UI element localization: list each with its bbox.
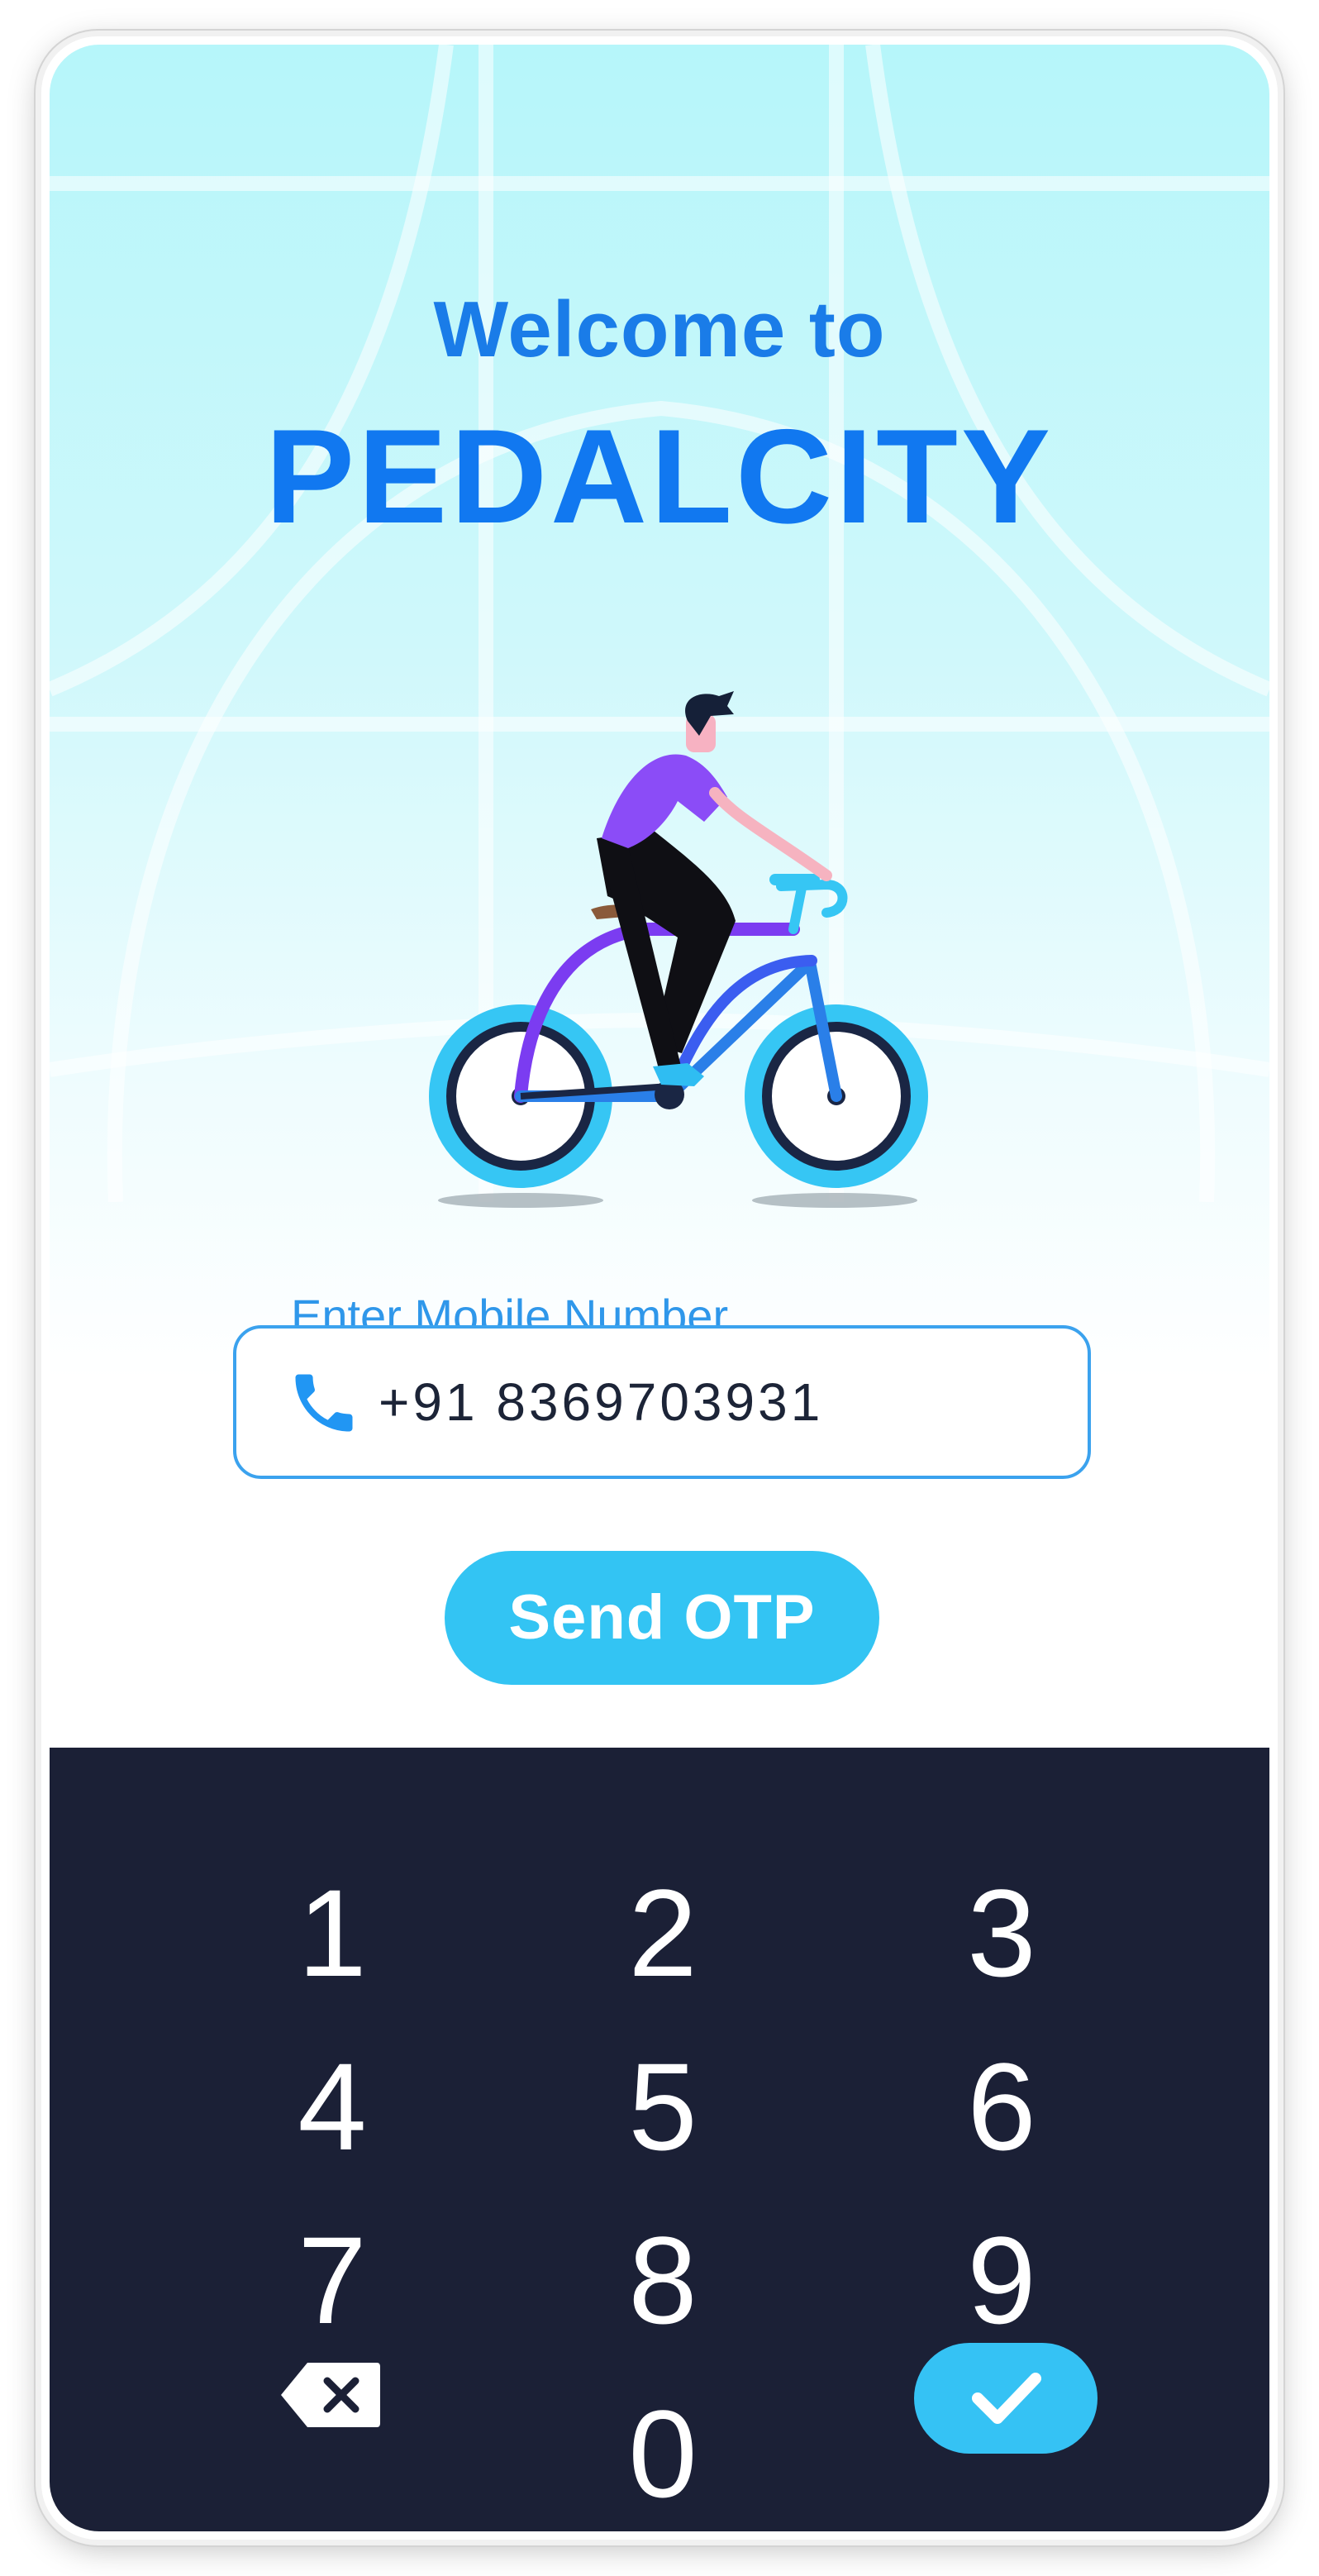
phone-device-frame: Welcome to PEDALCITY Enter Mobile Number… bbox=[41, 36, 1278, 2540]
key-7[interactable]: 7 bbox=[208, 2197, 456, 2363]
backspace-icon[interactable] bbox=[279, 2361, 382, 2429]
welcome-heading: Welcome to bbox=[433, 285, 886, 374]
checkmark-icon bbox=[972, 2373, 1041, 2424]
confirm-button[interactable] bbox=[914, 2343, 1098, 2454]
phone-icon bbox=[295, 1374, 353, 1432]
cyclist-illustration bbox=[429, 691, 928, 1208]
key-5[interactable]: 5 bbox=[539, 2024, 787, 2189]
key-2[interactable]: 2 bbox=[539, 1850, 787, 2015]
mobile-number-field[interactable]: +91 8369703931 bbox=[233, 1325, 1091, 1479]
key-1[interactable]: 1 bbox=[208, 1850, 456, 2015]
key-6[interactable]: 6 bbox=[878, 2024, 1126, 2189]
app-screen: Welcome to PEDALCITY Enter Mobile Number… bbox=[50, 45, 1269, 2531]
brand-title: PEDALCITY bbox=[264, 402, 1055, 551]
hero-section: Welcome to PEDALCITY bbox=[50, 45, 1269, 1756]
key-9[interactable]: 9 bbox=[878, 2197, 1126, 2363]
key-0[interactable]: 0 bbox=[539, 2371, 787, 2531]
key-3[interactable]: 3 bbox=[878, 1850, 1126, 2015]
numeric-keypad: 1 2 3 4 5 6 7 8 9 0 bbox=[50, 1748, 1269, 2531]
key-8[interactable]: 8 bbox=[539, 2197, 787, 2363]
key-4[interactable]: 4 bbox=[208, 2024, 456, 2189]
mobile-number-value: +91 8369703931 bbox=[379, 1372, 824, 1432]
send-otp-button[interactable]: Send OTP bbox=[445, 1551, 879, 1685]
